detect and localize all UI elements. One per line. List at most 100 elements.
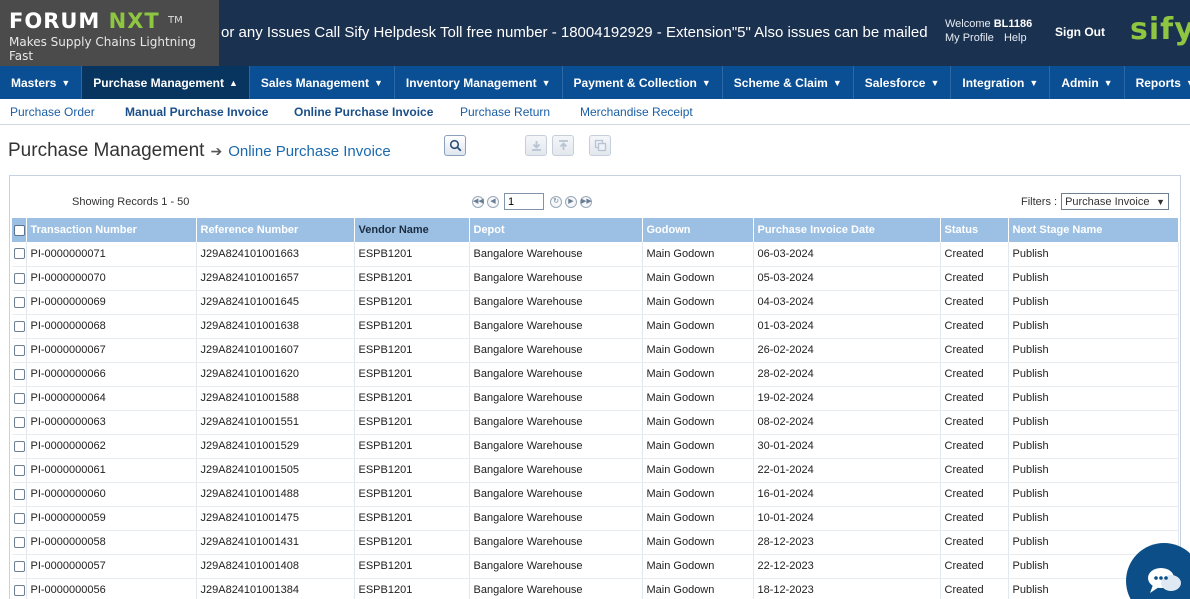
table-row[interactable]: PI-0000000062 J29A824101001529 ESPB1201 Ban… [12,434,1179,459]
sub-nav-purchase-order[interactable]: Purchase Order [10,105,95,119]
table-row[interactable]: PI-0000000063 J29A824101001551 ESPB1201 Ban… [12,410,1179,435]
sign-out-link[interactable]: Sign Out [1055,25,1105,39]
last-page-icon[interactable]: ▶▶ [580,195,592,208]
table-row[interactable]: PI-0000000071 J29A824101001663 ESPB1201 Ban… [12,242,1179,267]
table-row[interactable]: PI-0000000067 J29A824101001607 ESPB1201 Ban… [12,338,1179,363]
records-table: Transaction Number Reference Number Vendor… [12,218,1179,599]
table-row[interactable]: PI-0000000066 J29A824101001620 ESPB1201 Ban… [12,362,1179,387]
row-checkbox[interactable] [14,536,25,548]
row-checkbox[interactable] [14,320,25,332]
cell-transaction-number[interactable]: PI-0000000057 [26,554,197,579]
sub-nav-online-purchase-invoice[interactable]: Online Purchase Invoice [294,105,433,119]
nav-item-purchase-management[interactable]: Purchase Management ▲ [82,66,250,99]
cell-transaction-number[interactable]: PI-0000000067 [26,338,197,363]
search-button[interactable] [444,135,466,156]
cell-transaction-number[interactable]: PI-0000000063 [26,410,197,435]
row-checkbox[interactable] [14,416,25,428]
cell-transaction-number[interactable]: PI-0000000068 [26,314,197,339]
row-checkbox[interactable] [14,584,25,596]
cell-godown: Main Godown [642,578,754,599]
table-row[interactable]: PI-0000000060 J29A824101001488 ESPB1201 Ban… [12,482,1179,507]
column-header-depot[interactable]: Depot [469,218,643,242]
nav-item-payment-collection[interactable]: Payment & Collection ▼ [563,66,723,99]
column-header-next-stage-name[interactable]: Next Stage Name [1008,218,1179,242]
logo[interactable]: FORUM NXT TM Makes Supply Chains Lightni… [0,0,219,66]
select-all-checkbox[interactable] [14,224,25,236]
table-row[interactable]: PI-0000000068 J29A824101001638 ESPB1201 Ban… [12,314,1179,339]
filter-select[interactable]: Purchase Invoice ▼ [1061,193,1170,210]
row-checkbox[interactable] [14,464,25,476]
table-row[interactable]: PI-0000000064 J29A824101001588 ESPB1201 Ban… [12,386,1179,411]
row-checkbox[interactable] [14,440,25,452]
cell-transaction-number[interactable]: PI-0000000061 [26,458,197,483]
table-row[interactable]: PI-0000000059 J29A824101001475 ESPB1201 Ban… [12,506,1179,531]
table-row[interactable]: PI-0000000058 J29A824101001431 ESPB1201 Ban… [12,530,1179,555]
prev-page-icon[interactable]: ◀ [487,195,499,208]
next-page-icon[interactable]: ▶ [565,195,577,208]
table-row[interactable]: PI-0000000069 J29A824101001645 ESPB1201 Ban… [12,290,1179,315]
cell-transaction-number[interactable]: PI-0000000066 [26,362,197,387]
cell-transaction-number[interactable]: PI-0000000070 [26,266,197,291]
cell-transaction-number[interactable]: PI-0000000056 [26,578,197,599]
row-checkbox[interactable] [14,512,25,524]
nav-item-label: Sales Management [260,75,369,90]
table-row[interactable]: PI-0000000070 J29A824101001657 ESPB1201 Ban… [12,266,1179,291]
copy-button[interactable] [589,135,611,156]
column-header-purchase-invoice-date[interactable]: Purchase Invoice Date [753,218,941,242]
column-header-godown[interactable]: Godown [642,218,754,242]
my-profile-link[interactable]: My Profile [945,32,994,44]
cell-transaction-number[interactable]: PI-0000000058 [26,530,197,555]
row-checkbox[interactable] [14,488,25,500]
cell-purchase-invoice-date: 18-12-2023 [753,578,941,599]
row-checkbox[interactable] [14,344,25,356]
filter-select-value: Purchase Invoice [1065,195,1150,208]
help-link[interactable]: Help [1004,32,1027,44]
cell-purchase-invoice-date: 22-01-2024 [753,458,941,483]
download-button[interactable] [525,135,547,156]
column-header-status[interactable]: Status [940,218,1009,242]
upload-button[interactable] [552,135,574,156]
row-checkbox[interactable] [14,368,25,380]
table-row[interactable]: PI-0000000057 J29A824101001408 ESPB1201 Ban… [12,554,1179,579]
cell-purchase-invoice-date: 28-12-2023 [753,530,941,555]
nav-item-salesforce[interactable]: Salesforce ▼ [854,66,952,99]
chevron-down-icon: ▼ [701,77,711,88]
nav-item-integration[interactable]: Integration ▼ [951,66,1051,99]
cell-status: Created [940,482,1009,507]
cell-transaction-number[interactable]: PI-0000000059 [26,506,197,531]
sub-nav-merchandise-receipt[interactable]: Merchandise Receipt [580,105,693,119]
nav-item-masters[interactable]: Masters ▼ [0,66,83,99]
row-checkbox[interactable] [14,392,25,404]
chevron-down-icon: ▼ [930,77,940,88]
cell-transaction-number[interactable]: PI-0000000069 [26,290,197,315]
cell-status: Created [940,314,1009,339]
nav-item-scheme-claim[interactable]: Scheme & Claim ▼ [723,66,854,99]
cell-transaction-number[interactable]: PI-0000000064 [26,386,197,411]
row-checkbox[interactable] [14,248,25,260]
table-row[interactable]: PI-0000000061 J29A824101001505 ESPB1201 Ban… [12,458,1179,483]
cell-depot: Bangalore Warehouse [469,242,643,267]
cell-reference-number: J29A824101001505 [196,458,355,483]
column-header-vendor-name[interactable]: Vendor Name [354,218,470,242]
upload-icon [558,140,568,150]
table-row[interactable]: PI-0000000056 J29A824101001384 ESPB1201 Ban… [12,578,1179,599]
cell-transaction-number[interactable]: PI-0000000060 [26,482,197,507]
row-checkbox[interactable] [14,560,25,572]
nav-item-inventory-management[interactable]: Inventory Management ▼ [395,66,563,99]
row-checkbox[interactable] [14,296,25,308]
sub-nav-purchase-return[interactable]: Purchase Return [460,105,550,119]
page-number-input[interactable] [504,193,544,210]
cell-next-stage-name: Publish [1008,386,1179,411]
breadcrumb-arrow-icon: ➔ [210,143,223,159]
cell-transaction-number[interactable]: PI-0000000071 [26,242,197,267]
refresh-icon[interactable]: ↻ [550,195,562,208]
row-checkbox[interactable] [14,272,25,284]
nav-item-reports[interactable]: Reports ▼ [1125,66,1190,99]
nav-item-admin[interactable]: Admin ▼ [1050,66,1125,99]
column-header-transaction-number[interactable]: Transaction Number [26,218,197,242]
sub-nav-manual-purchase-invoice[interactable]: Manual Purchase Invoice [125,105,268,119]
column-header-reference-number[interactable]: Reference Number [196,218,355,242]
nav-item-sales-management[interactable]: Sales Management ▼ [250,66,395,99]
first-page-icon[interactable]: ◀◀ [472,195,484,208]
cell-transaction-number[interactable]: PI-0000000062 [26,434,197,459]
